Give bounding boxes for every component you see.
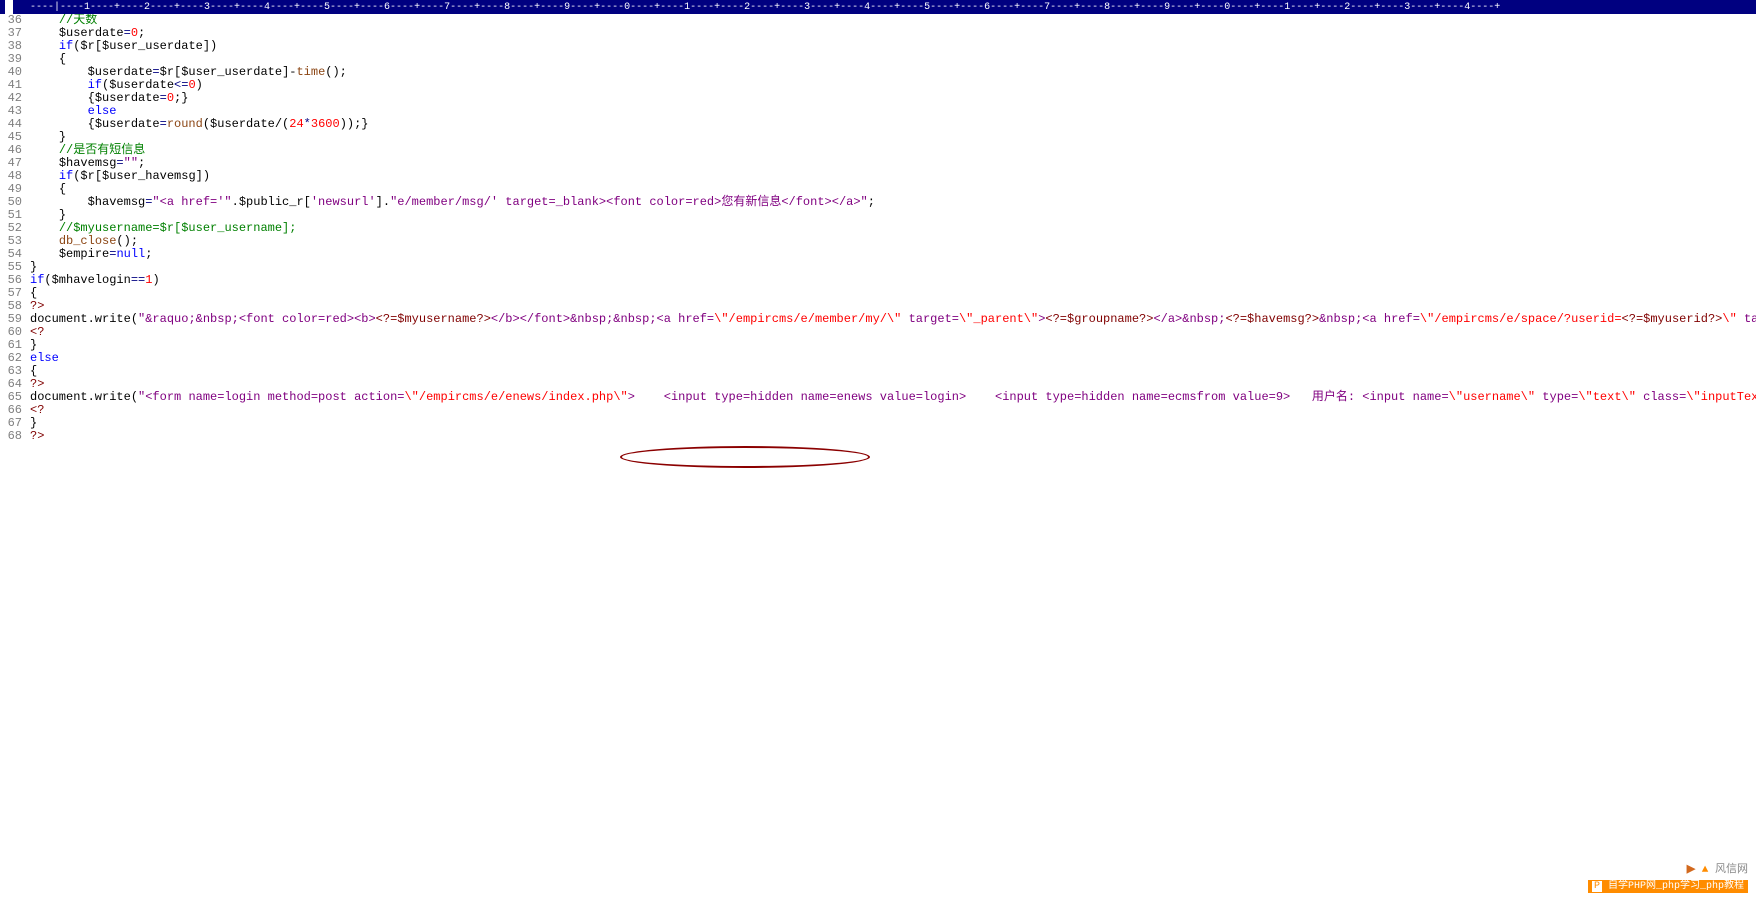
code-line[interactable]: if($mhavelogin==1) [30, 274, 1756, 287]
ruler-cursor [5, 0, 13, 14]
code-line[interactable]: ?> [30, 430, 1756, 443]
watermark: ▶ ▲ 风信网 P 自学PHP网_php学习_php教程 [1588, 860, 1748, 892]
code-editor[interactable]: 3637383940414243444546474849505152535455… [0, 14, 1756, 443]
code-line[interactable]: <? [30, 326, 1756, 339]
code-line[interactable]: if($r[$user_userdate]) [30, 40, 1756, 53]
code-line[interactable]: } [30, 131, 1756, 144]
code-line[interactable]: $userdate=0; [30, 27, 1756, 40]
code-line[interactable]: $havemsg=""; [30, 157, 1756, 170]
code-line[interactable]: //$myusername=$r[$user_username]; [30, 222, 1756, 235]
code-line[interactable]: if($userdate<=0) [30, 79, 1756, 92]
line-number-gutter: 3637383940414243444546474849505152535455… [0, 14, 28, 443]
code-line[interactable]: //天数 [30, 14, 1756, 27]
watermark-link: P 自学PHP网_php学习_php教程 [1588, 880, 1748, 893]
code-line[interactable]: db_close(); [30, 235, 1756, 248]
code-line[interactable]: { [30, 365, 1756, 378]
code-line[interactable]: $userdate=$r[$user_userdate]-time(); [30, 66, 1756, 79]
code-line[interactable]: {$userdate=round($userdate/(24*3600));} [30, 118, 1756, 131]
highlight-ellipse-annotation [620, 446, 870, 468]
column-ruler: ----|----1----+----2----+----3----+----4… [0, 0, 1756, 14]
code-line[interactable]: {$userdate=0;} [30, 92, 1756, 105]
code-line[interactable]: } [30, 261, 1756, 274]
code-area[interactable]: //天数 $userdate=0; if($r[$user_userdate])… [28, 14, 1756, 443]
code-line[interactable]: $havemsg="<a href='".$public_r['newsurl'… [30, 196, 1756, 209]
code-line[interactable]: document.write("<form name=login method=… [30, 391, 1756, 404]
line-number: 68 [4, 430, 22, 443]
code-line[interactable]: } [30, 417, 1756, 430]
code-line[interactable]: { [30, 287, 1756, 300]
code-line[interactable]: } [30, 339, 1756, 352]
code-line[interactable]: else [30, 352, 1756, 365]
code-line[interactable]: $empire=null; [30, 248, 1756, 261]
code-line[interactable]: if($r[$user_havemsg]) [30, 170, 1756, 183]
ruler-text: ----|----1----+----2----+----3----+----4… [0, 2, 1500, 13]
code-line[interactable]: document.write("&raquo;&nbsp;<font color… [30, 313, 1756, 326]
code-line[interactable]: //是否有短信息 [30, 144, 1756, 157]
code-line[interactable]: <? [30, 404, 1756, 417]
watermark-brand: 风信网 [1715, 864, 1748, 876]
